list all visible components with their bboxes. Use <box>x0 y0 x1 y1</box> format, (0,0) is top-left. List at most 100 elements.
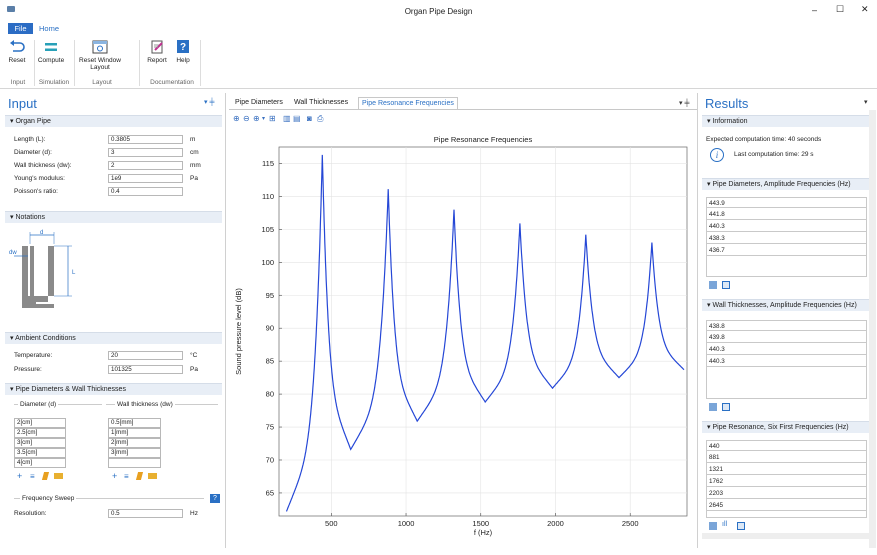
add-row-icon[interactable]: + <box>17 471 22 481</box>
wall-cell[interactable]: 3[mm] <box>108 448 161 458</box>
reset-button[interactable]: Reset <box>4 40 30 64</box>
table-cell: 1762 <box>706 476 867 487</box>
diameter-cell[interactable]: 4[cm] <box>14 458 66 468</box>
group-simulation-label: Simulation <box>38 79 70 86</box>
section-title: Ambient Conditions <box>15 335 76 342</box>
y-tick-label: 65 <box>266 488 274 497</box>
svg-text:?: ? <box>180 42 186 53</box>
compute-button[interactable]: Compute <box>34 40 68 64</box>
table-cell: 881 <box>706 452 867 463</box>
close-button[interactable]: ✕ <box>861 4 869 15</box>
add-row-icon[interactable]: + <box>112 471 117 481</box>
section-organ-pipe[interactable]: ▾ Organ Pipe <box>5 115 222 127</box>
help-icon: ? <box>177 40 189 53</box>
wall-cell[interactable]: 1[mm] <box>108 428 161 438</box>
help-icon[interactable]: ? <box>210 494 220 503</box>
tab-file[interactable]: File <box>8 23 33 34</box>
expected-time-text: Expected computation time: 40 seconds <box>706 136 822 143</box>
diameter-cell[interactable]: 2[cm] <box>14 418 66 428</box>
results-pin-icon[interactable]: ▾ <box>864 98 868 106</box>
plot-icon[interactable]: ıll <box>722 521 727 528</box>
table-cell: 440.3 <box>706 221 867 232</box>
tab-wall-thicknesses[interactable]: Wall Thicknesses <box>291 97 351 109</box>
maximize-button[interactable]: ☐ <box>836 4 844 15</box>
table-view-icon[interactable] <box>709 281 717 289</box>
horizontal-scrollbar[interactable] <box>702 533 869 539</box>
diameter-cell[interactable]: 3[cm] <box>14 438 66 448</box>
x-tick-label: 2000 <box>547 519 564 528</box>
section-information[interactable]: ▾ Information <box>702 115 869 127</box>
results-scrollbar[interactable] <box>869 110 876 548</box>
folder-icon[interactable] <box>54 473 63 479</box>
poissons-ratio-label: Poisson's ratio: <box>14 188 58 195</box>
panel-pin-icon[interactable]: ▾ ╪ <box>204 98 214 106</box>
y-axis-label: Sound pressure level (dB) <box>234 288 243 375</box>
pressure-label: Pressure: <box>14 366 42 373</box>
table-view-icon[interactable] <box>709 522 717 530</box>
y-tick-label: 85 <box>266 357 274 366</box>
list-icon[interactable]: ≡ <box>124 472 129 481</box>
tab-pipe-diameters[interactable]: Pipe Diameters <box>232 97 286 109</box>
section-title: Pipe Diameters, Amplitude Frequencies (H… <box>712 181 851 188</box>
print-icon[interactable]: ⎙ <box>317 115 325 123</box>
save-icon[interactable] <box>737 522 745 530</box>
zoom-extents-icon[interactable]: ⊞ <box>269 115 277 123</box>
diagram-d-label: d <box>40 230 43 236</box>
wall-cell[interactable] <box>108 458 161 468</box>
chart-grid <box>278 146 688 517</box>
reset-layout-label-2: Layout <box>90 64 110 71</box>
equals-icon <box>45 43 57 51</box>
reset-window-layout-button[interactable]: Reset Window Layout <box>74 40 126 71</box>
length-input[interactable]: 0.3805 <box>108 135 183 144</box>
wall-cell[interactable]: 2[mm] <box>108 438 161 448</box>
wall-thickness-label: Wall thickness (dw): <box>14 162 72 169</box>
folder-icon[interactable] <box>148 473 157 479</box>
report-button[interactable]: Report <box>144 40 170 64</box>
length-unit: m <box>190 136 196 143</box>
separator <box>200 40 201 86</box>
zoom-box-icon[interactable]: ⊕ <box>253 115 261 123</box>
save-icon[interactable] <box>722 281 730 289</box>
group-layout-label: Layout <box>92 79 112 86</box>
zoom-in-icon[interactable]: ⊕ <box>233 115 241 123</box>
legend-icon[interactable]: ▥ <box>283 115 291 123</box>
table-cell: 438.8 <box>706 320 867 331</box>
pressure-input[interactable]: 101325 <box>108 365 183 374</box>
resolution-unit: Hz <box>190 510 198 517</box>
poissons-ratio-input[interactable]: 0.4 <box>108 187 183 196</box>
section-ambient-conditions[interactable]: ▾ Ambient Conditions <box>5 332 222 344</box>
section-pipe-diameters[interactable]: ▾ Pipe Diameters & Wall Thicknesses <box>5 383 222 395</box>
section-title: Pipe Resonance, Six First Frequencies (H… <box>712 424 849 431</box>
list-icon[interactable]: ≡ <box>30 472 35 481</box>
chart-title: Pipe Resonance Frequencies <box>434 135 533 144</box>
tab-home[interactable]: Home <box>35 23 63 34</box>
minimize-button[interactable]: – <box>812 5 817 15</box>
section-title: Notations <box>15 214 46 221</box>
y-tick-label: 80 <box>266 390 274 399</box>
diameter-label: Diameter (d): <box>14 149 52 156</box>
zoom-out-icon[interactable]: ⊖ <box>243 115 251 123</box>
resolution-input[interactable]: 0.5 <box>108 509 183 518</box>
x-tick-label: 1000 <box>398 519 415 528</box>
diameter-cell[interactable]: 3.5[cm] <box>14 448 66 458</box>
section-diameter-frequencies[interactable]: ▾ Pipe Diameters, Amplitude Frequencies … <box>702 178 869 190</box>
table-cell: 443.9 <box>706 197 867 208</box>
diameter-input[interactable]: 3 <box>108 148 183 157</box>
graphics-pin-icon[interactable]: ▾ ╪ <box>679 99 689 107</box>
save-icon[interactable] <box>722 403 730 411</box>
wall-cell[interactable]: 0.5[mm] <box>108 418 161 428</box>
section-notations[interactable]: ▾ Notations <box>5 211 222 223</box>
help-button[interactable]: ? Help <box>172 40 194 64</box>
temperature-unit: °C <box>190 352 198 359</box>
table-view-icon[interactable] <box>709 403 717 411</box>
plot-area <box>278 146 688 517</box>
section-wall-frequencies[interactable]: ▾ Wall Thicknesses, Amplitude Frequencie… <box>702 299 869 311</box>
wall-thickness-input[interactable]: 2 <box>108 161 183 170</box>
table-icon[interactable]: ▤ <box>293 115 301 123</box>
tab-pipe-resonance-frequencies[interactable]: Pipe Resonance Frequencies <box>358 97 458 109</box>
camera-icon[interactable]: ◙ <box>307 115 315 123</box>
youngs-modulus-input[interactable]: 1e9 <box>108 174 183 183</box>
diameter-cell[interactable]: 2.5[cm] <box>14 428 66 438</box>
section-resonance-frequencies[interactable]: ▾ Pipe Resonance, Six First Frequencies … <box>702 421 869 433</box>
temperature-input[interactable]: 20 <box>108 351 183 360</box>
